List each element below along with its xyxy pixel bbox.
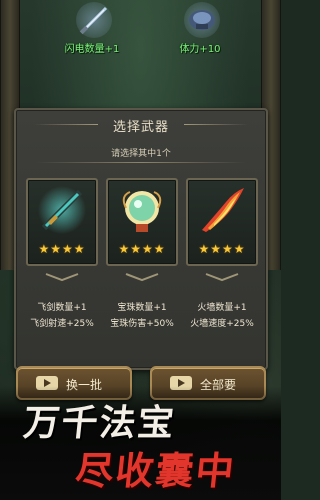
weapon-card-orb[interactable]: ★★★★ 宝珠数量+1 宝珠伤害+50% — [106, 178, 178, 329]
weapon-card-flying-sword[interactable]: ★★★★ 飞剑数量+1 飞剑射速+25% — [26, 178, 98, 329]
slogan-line-1: 万千法宝 — [21, 402, 178, 444]
card-effect-1: 火墙数量+1 — [197, 303, 247, 313]
panel-subtitle: 请选择其中1个 — [111, 149, 171, 159]
weapon-card-list: ★★★★ 飞剑数量+1 飞剑射速+25% ★★★★ 宝珠数量+1 宝珠伤害+50… — [26, 178, 258, 329]
stamina-armor-icon — [184, 2, 220, 38]
title-ornament-right — [184, 124, 248, 125]
star-rating: ★★★★ — [118, 242, 166, 256]
card-effect-1: 飞剑数量+1 — [37, 303, 87, 313]
reward-strip: 闪电数量+1 体力+10 — [0, 0, 281, 60]
reward-lightning-text: 闪电数量+1 — [64, 44, 120, 55]
card-effect-2: 火墙速度+25% — [190, 319, 254, 329]
card-effect-2: 宝珠伤害+50% — [110, 319, 174, 329]
card-frame: ★★★★ — [26, 178, 98, 266]
card-effect-2: 飞剑射速+25% — [30, 319, 94, 329]
reward-lightning: 闪电数量+1 — [42, 0, 142, 58]
reward-stamina: 体力+10 — [150, 0, 250, 58]
lightning-sword-icon — [76, 2, 112, 38]
weapon-card-fire-wall[interactable]: ★★★★ 火墙数量+1 火墙速度+25% — [186, 178, 258, 329]
chevron-down-icon — [45, 273, 79, 282]
star-rating: ★★★★ — [198, 242, 246, 256]
chevron-down-icon — [125, 273, 159, 282]
card-frame: ★★★★ — [106, 178, 178, 266]
chevron-down-icon — [205, 273, 239, 282]
flying-sword-icon — [36, 184, 88, 236]
card-frame: ★★★★ — [186, 178, 258, 266]
orb-icon — [116, 184, 168, 236]
fire-wall-icon — [196, 184, 248, 236]
slogan-line-2: 尽收囊中 — [73, 448, 239, 493]
weapon-select-panel: 选择武器 请选择其中1个 ★★★★ 飞剑数量+1 飞剑射速+25% ★★★★ 宝… — [14, 108, 268, 370]
star-rating: ★★★★ — [38, 242, 86, 256]
reward-stamina-text: 体力+10 — [179, 44, 221, 55]
card-effect-1: 宝珠数量+1 — [117, 303, 167, 313]
panel-title: 选择武器 — [112, 120, 169, 135]
divider — [36, 162, 246, 163]
